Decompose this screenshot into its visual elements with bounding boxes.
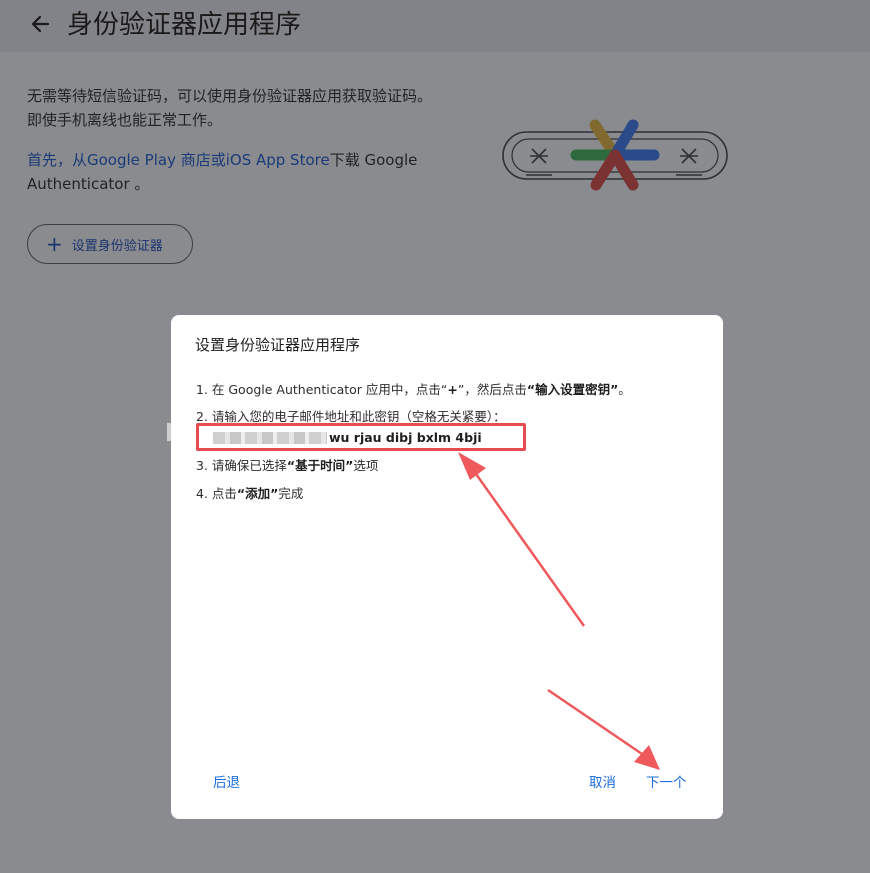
highlight-box (196, 423, 526, 451)
back-arrow-icon[interactable] (26, 10, 54, 38)
step-4-suffix: 完成 (278, 486, 304, 501)
page-title: 身份验证器应用程序 (67, 10, 302, 40)
step-4-bold: “添加” (236, 486, 279, 501)
step-1-mid: ”，然后点击 (457, 382, 527, 397)
step-1: 1. 在 Google Authenticator 应用中，点击“+”，然后点击… (196, 381, 631, 399)
cancel-button[interactable]: 取消 (589, 773, 616, 793)
authenticator-illustration-icon (502, 119, 728, 191)
app-header: 身份验证器应用程序 (0, 0, 870, 52)
step-3-suffix: 选项 (353, 458, 379, 473)
setup-authenticator-button[interactable]: + 设置身份验证器 (27, 224, 193, 264)
dialog-title: 设置身份验证器应用程序 (195, 336, 361, 354)
download-instructions: 首先，从Google Play 商店或iOS App Store下载 Googl… (27, 148, 437, 196)
setup-dialog: 设置身份验证器应用程序 1. 在 Google Authenticator 应用… (171, 315, 723, 819)
step-1-prefix: 1. 在 Google Authenticator 应用中，点击“ (196, 382, 448, 397)
step-1-bold: “输入设置密钥” (526, 382, 619, 397)
plus-icon: + (46, 232, 63, 256)
step-3-bold: “基于时间” (286, 458, 354, 473)
step-3-prefix: 3. 请确保已选择 (196, 458, 287, 473)
step-4-prefix: 4. 点击 (196, 486, 237, 501)
store-link[interactable]: 首先，从Google Play 商店或iOS App Store (27, 151, 330, 169)
step-3: 3. 请确保已选择“基于时间”选项 (196, 457, 378, 475)
step-1-plus: + (447, 382, 458, 397)
back-button[interactable]: 后退 (213, 773, 240, 793)
next-button[interactable]: 下一个 (646, 773, 687, 793)
intro-text: 无需等待短信验证码，可以使用身份验证器应用获取验证码。即使手机离线也能正常工作。 (27, 87, 433, 129)
step-1-suffix: 。 (618, 382, 631, 397)
setup-button-label: 设置身份验证器 (71, 238, 163, 254)
step-4: 4. 点击“添加”完成 (196, 485, 303, 503)
